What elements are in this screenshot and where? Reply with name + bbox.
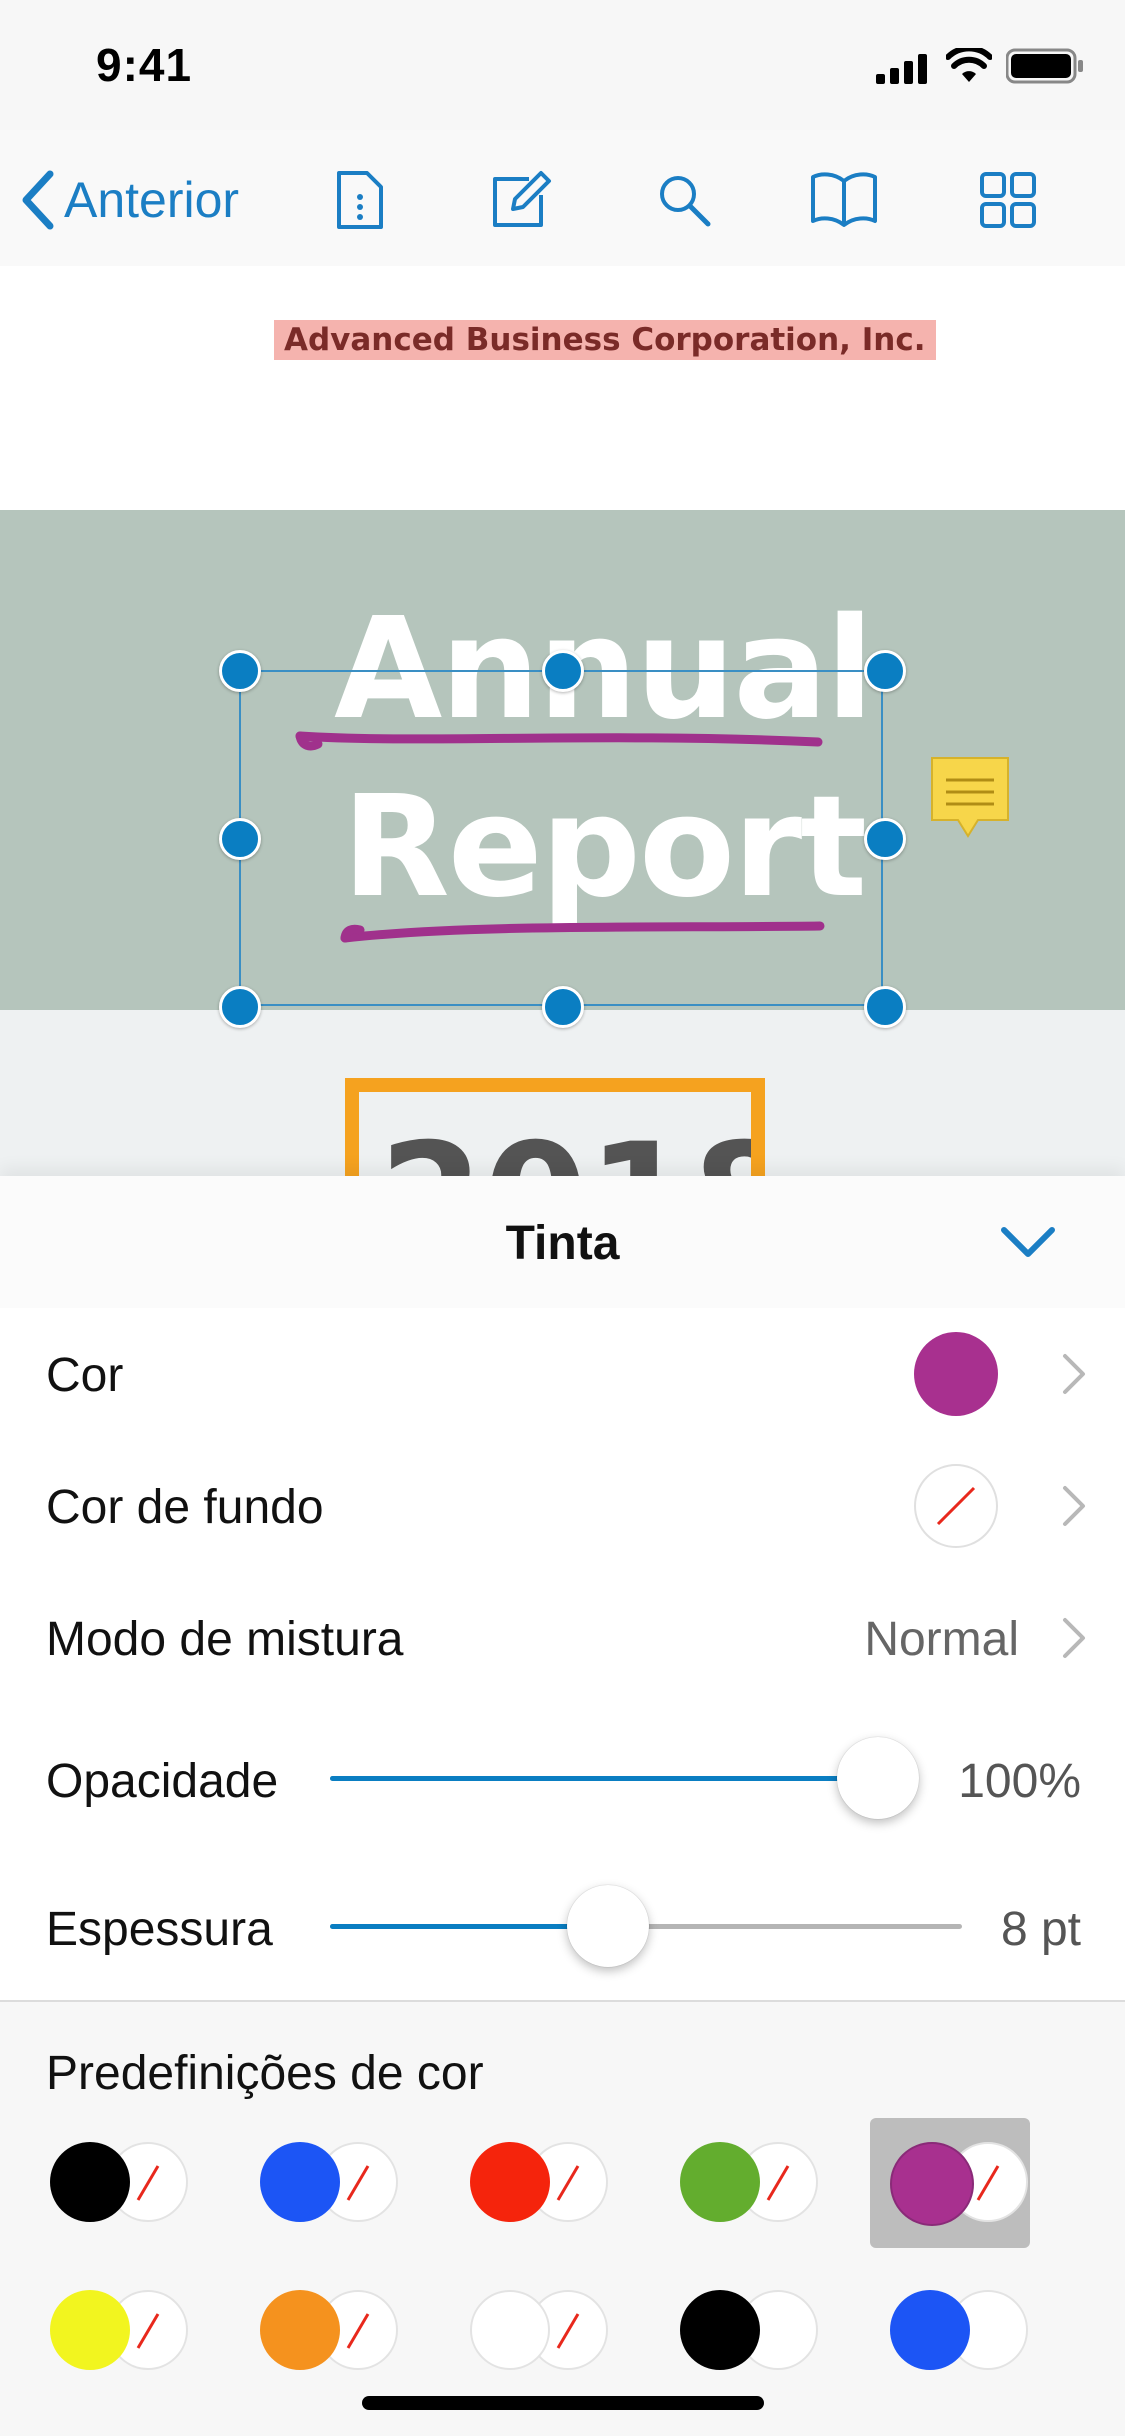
blend-mode-row[interactable]: Modo de mistura Normal <box>0 1572 1125 1706</box>
color-row[interactable]: Cor <box>0 1308 1125 1442</box>
book-icon[interactable] <box>804 160 884 240</box>
battery-icon <box>1005 48 1086 89</box>
wifi-icon <box>945 45 993 89</box>
back-button[interactable]: Anterior <box>20 165 239 235</box>
grid-icon[interactable] <box>968 160 1048 240</box>
note-annotation-icon[interactable] <box>928 754 1012 847</box>
resize-handle-top-right[interactable] <box>864 650 906 692</box>
resize-handle-bottom-right[interactable] <box>864 986 906 1028</box>
chevron-right-icon <box>1063 1486 1085 1526</box>
background-color-row-label: Cor de fundo <box>46 1481 324 1534</box>
chevron-left-icon <box>22 170 54 230</box>
color-preset[interactable] <box>870 2280 1030 2380</box>
preset-ink-swatch <box>50 2142 130 2222</box>
document-page[interactable]: Advanced Business Corporation, Inc. Annu… <box>0 266 1125 1176</box>
chevron-right-icon <box>1063 1618 1085 1658</box>
blend-mode-row-label: Modo de mistura <box>46 1613 404 1666</box>
resize-handle-top[interactable] <box>542 650 584 692</box>
preset-ink-swatch <box>680 2142 760 2222</box>
opacity-row: Opacidade 100% <box>0 1704 1125 1854</box>
color-preset[interactable] <box>450 2132 610 2232</box>
ink-inspector-panel: Tinta Cor Cor de fundo Modo de mistura N… <box>0 1176 1125 2436</box>
color-presets-grid <box>0 2118 1125 2382</box>
opacity-slider-thumb[interactable] <box>837 1737 919 1819</box>
collapse-chevron-icon[interactable] <box>998 1222 1058 1267</box>
resize-handle-bottom[interactable] <box>542 986 584 1028</box>
color-row-label: Cor <box>46 1349 124 1402</box>
blend-mode-value: Normal <box>864 1613 1019 1666</box>
preset-ink-swatch <box>890 2142 974 2226</box>
opacity-slider-fill <box>330 1776 878 1781</box>
search-icon[interactable] <box>644 160 724 240</box>
status-time: 9:41 <box>96 39 193 91</box>
color-preset[interactable] <box>870 2118 1030 2248</box>
preset-ink-swatch <box>680 2290 760 2370</box>
panel-title: Tinta <box>505 1217 620 1270</box>
color-preset[interactable] <box>30 2132 190 2232</box>
navigation-bar: Anterior <box>0 130 1125 268</box>
document-icon[interactable] <box>320 160 400 240</box>
year-frame: 2018 <box>345 1078 765 1176</box>
opacity-row-label: Opacidade <box>46 1755 279 1808</box>
thickness-row: Espessura 8 pt <box>0 1852 1125 2002</box>
panel-header: Tinta <box>0 1176 1125 1310</box>
color-preset[interactable] <box>450 2280 610 2380</box>
resize-handle-top-left[interactable] <box>219 650 261 692</box>
preset-ink-swatch <box>50 2290 130 2370</box>
color-preset[interactable] <box>660 2132 820 2232</box>
resize-handle-left[interactable] <box>219 818 261 860</box>
current-color-swatch <box>914 1332 998 1416</box>
preset-ink-swatch <box>260 2142 340 2222</box>
background-color-row[interactable]: Cor de fundo <box>0 1440 1125 1574</box>
no-color-swatch-icon <box>914 1464 998 1548</box>
preset-ink-swatch <box>890 2290 970 2370</box>
compose-icon[interactable] <box>482 160 562 240</box>
home-indicator <box>362 2396 764 2410</box>
thickness-value: 8 pt <box>1000 1903 1081 1956</box>
selection-box <box>239 670 883 1006</box>
opacity-value: 100% <box>958 1755 1081 1808</box>
thickness-slider-thumb[interactable] <box>567 1885 650 1967</box>
preset-ink-swatch <box>470 2142 550 2222</box>
color-preset[interactable] <box>660 2280 820 2380</box>
cellular-signal-icon <box>876 52 930 89</box>
thickness-row-label: Espessura <box>46 1903 273 1956</box>
preset-ink-swatch <box>470 2290 550 2370</box>
chevron-right-icon <box>1063 1354 1085 1394</box>
color-preset[interactable] <box>240 2280 400 2380</box>
resize-handle-right[interactable] <box>864 818 906 860</box>
color-preset[interactable] <box>30 2280 190 2380</box>
back-button-label: Anterior <box>64 172 240 228</box>
year-text: 2018 <box>379 1112 751 1176</box>
color-preset[interactable] <box>240 2132 400 2232</box>
resize-handle-bottom-left[interactable] <box>219 986 261 1028</box>
color-presets-label: Predefinições de cor <box>46 2047 484 2100</box>
preset-ink-swatch <box>260 2290 340 2370</box>
